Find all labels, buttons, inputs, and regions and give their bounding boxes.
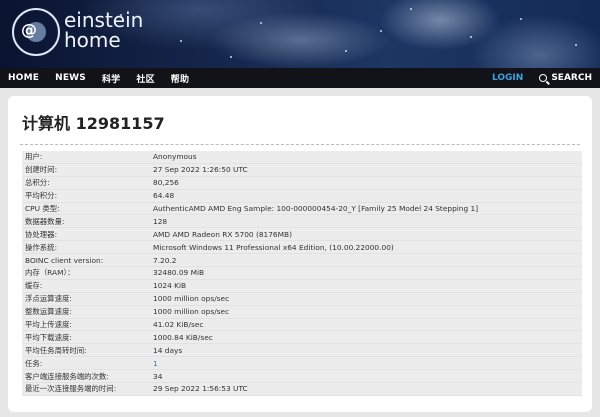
table-row: 用户: Anonymous: [22, 151, 582, 164]
table-row: 平均下载速度: 1000.84 KiB/sec: [22, 331, 582, 345]
page-title: 计算机 12981157: [22, 114, 165, 133]
table-row: 操作系统: Microsoft Windows 11 Professional x…: [22, 241, 582, 255]
row-label: 创建时间:: [25, 165, 58, 175]
top-nav: HOME NEWS 科学 社区 帮助 LOGIN SEARCH: [0, 68, 600, 88]
row-label: 最近一次连接服务端的时间:: [25, 384, 117, 394]
search-icon: [539, 74, 548, 82]
row-label: 总积分:: [25, 178, 50, 188]
login-link[interactable]: LOGIN: [492, 73, 523, 83]
table-row: 平均积分: 64.48: [22, 190, 582, 203]
row-value: 80,256: [153, 178, 179, 188]
row-label: 平均下载速度:: [25, 332, 72, 342]
table-row: 创建时间: 27 Sep 2022 1:26:50 UTC: [22, 164, 582, 177]
table-row: 平均任务周转时间: 14 days: [22, 344, 582, 358]
table-row: BOINC client version: 7.20.2: [22, 254, 582, 268]
nav-item-home[interactable]: HOME: [8, 73, 39, 83]
logo-text-einstein: einstein: [64, 8, 144, 32]
nav-item-science[interactable]: 科学: [102, 72, 120, 85]
row-label: 平均积分:: [25, 191, 58, 201]
table-row: 整数运算速度: 1000 million ops/sec: [22, 306, 582, 319]
row-label: 平均任务周转时间:: [25, 345, 87, 355]
nav-item-help[interactable]: 帮助: [171, 72, 189, 85]
tasks-link[interactable]: 1: [153, 359, 582, 368]
row-value: Microsoft Windows 11 Professional x64 Ed…: [153, 242, 394, 252]
row-value: 1000 million ops/sec: [153, 307, 230, 317]
row-label: 数据器数量:: [25, 216, 65, 226]
title-divider: [20, 144, 580, 145]
table-row: 最近一次连接服务端的时间: 29 Sep 2022 1:56:53 UTC: [22, 383, 582, 396]
host-info-table: 用户: Anonymous 创建时间: 27 Sep 2022 1:26:50 UT…: [22, 151, 582, 396]
table-row: 内存（RAM）： 32480.09 MiB: [22, 267, 582, 280]
row-value: 29 Sep 2022 1:56:53 UTC: [153, 384, 248, 394]
logo-at-symbol: @: [21, 20, 37, 39]
table-row: 浮点运算速度: 1000 million ops/sec: [22, 293, 582, 306]
row-value: 32480.09 MiB: [153, 268, 205, 278]
row-label: 缓存:: [25, 281, 43, 291]
row-value: 1000.84 KiB/sec: [153, 332, 213, 342]
row-value: 14 days: [153, 345, 183, 355]
table-row: 客户端连接服务端的次数: 34: [22, 370, 582, 384]
nav-item-news[interactable]: NEWS: [55, 73, 86, 83]
row-label: 平均上传速度:: [25, 320, 72, 330]
header-banner: @ einstein home: [0, 0, 600, 68]
row-label: 内存（RAM）：: [25, 268, 75, 278]
row-label: 操作系统:: [25, 242, 58, 252]
logo-text-home: home: [64, 28, 121, 52]
table-row: 平均上传速度: 41.02 KiB/sec: [22, 319, 582, 332]
row-label: 客户端连接服务端的次数:: [25, 371, 109, 381]
row-value: 64.48: [153, 191, 175, 201]
row-value: 41.02 KiB/sec: [153, 320, 204, 330]
nav-item-community[interactable]: 社区: [136, 72, 154, 85]
table-row: 缓存: 1024 KiB: [22, 280, 582, 293]
table-row: 协处理器: AMD AMD Radeon RX 5700 (8176MB): [22, 228, 582, 242]
row-value: 34: [153, 371, 163, 381]
table-row: 任务: 1: [22, 357, 582, 371]
row-label: 用户:: [25, 152, 43, 162]
table-row: CPU 类型: AuthenticAMD AMD Eng Sample: 100-…: [22, 203, 582, 216]
row-label: 浮点运算速度:: [25, 294, 72, 304]
table-row: 数据器数量: 128: [22, 215, 582, 229]
row-value: AMD AMD Radeon RX 5700 (8176MB): [153, 229, 292, 239]
row-label: CPU 类型:: [25, 204, 60, 213]
row-value: 27 Sep 2022 1:26:50 UTC: [153, 165, 248, 175]
row-label: 任务:: [25, 358, 43, 368]
row-value: 7.20.2: [153, 255, 177, 265]
row-label: 协处理器:: [25, 229, 58, 239]
row-value: AuthenticAMD AMD Eng Sample: 100-0000004…: [153, 204, 479, 213]
row-value: 1000 million ops/sec: [153, 294, 230, 304]
table-row: 总积分: 80,256: [22, 177, 582, 190]
search-label: SEARCH: [551, 73, 592, 83]
row-value: Anonymous: [153, 152, 197, 162]
search-link[interactable]: SEARCH: [539, 73, 592, 83]
row-value: 1024 KiB: [153, 281, 187, 291]
row-value: 128: [153, 216, 168, 226]
row-label: BOINC client version:: [25, 255, 104, 265]
host-details-card: 计算机 12981157 用户: Anonymous 创建时间: 27 Sep 20…: [8, 96, 592, 412]
row-label: 整数运算速度:: [25, 307, 72, 317]
